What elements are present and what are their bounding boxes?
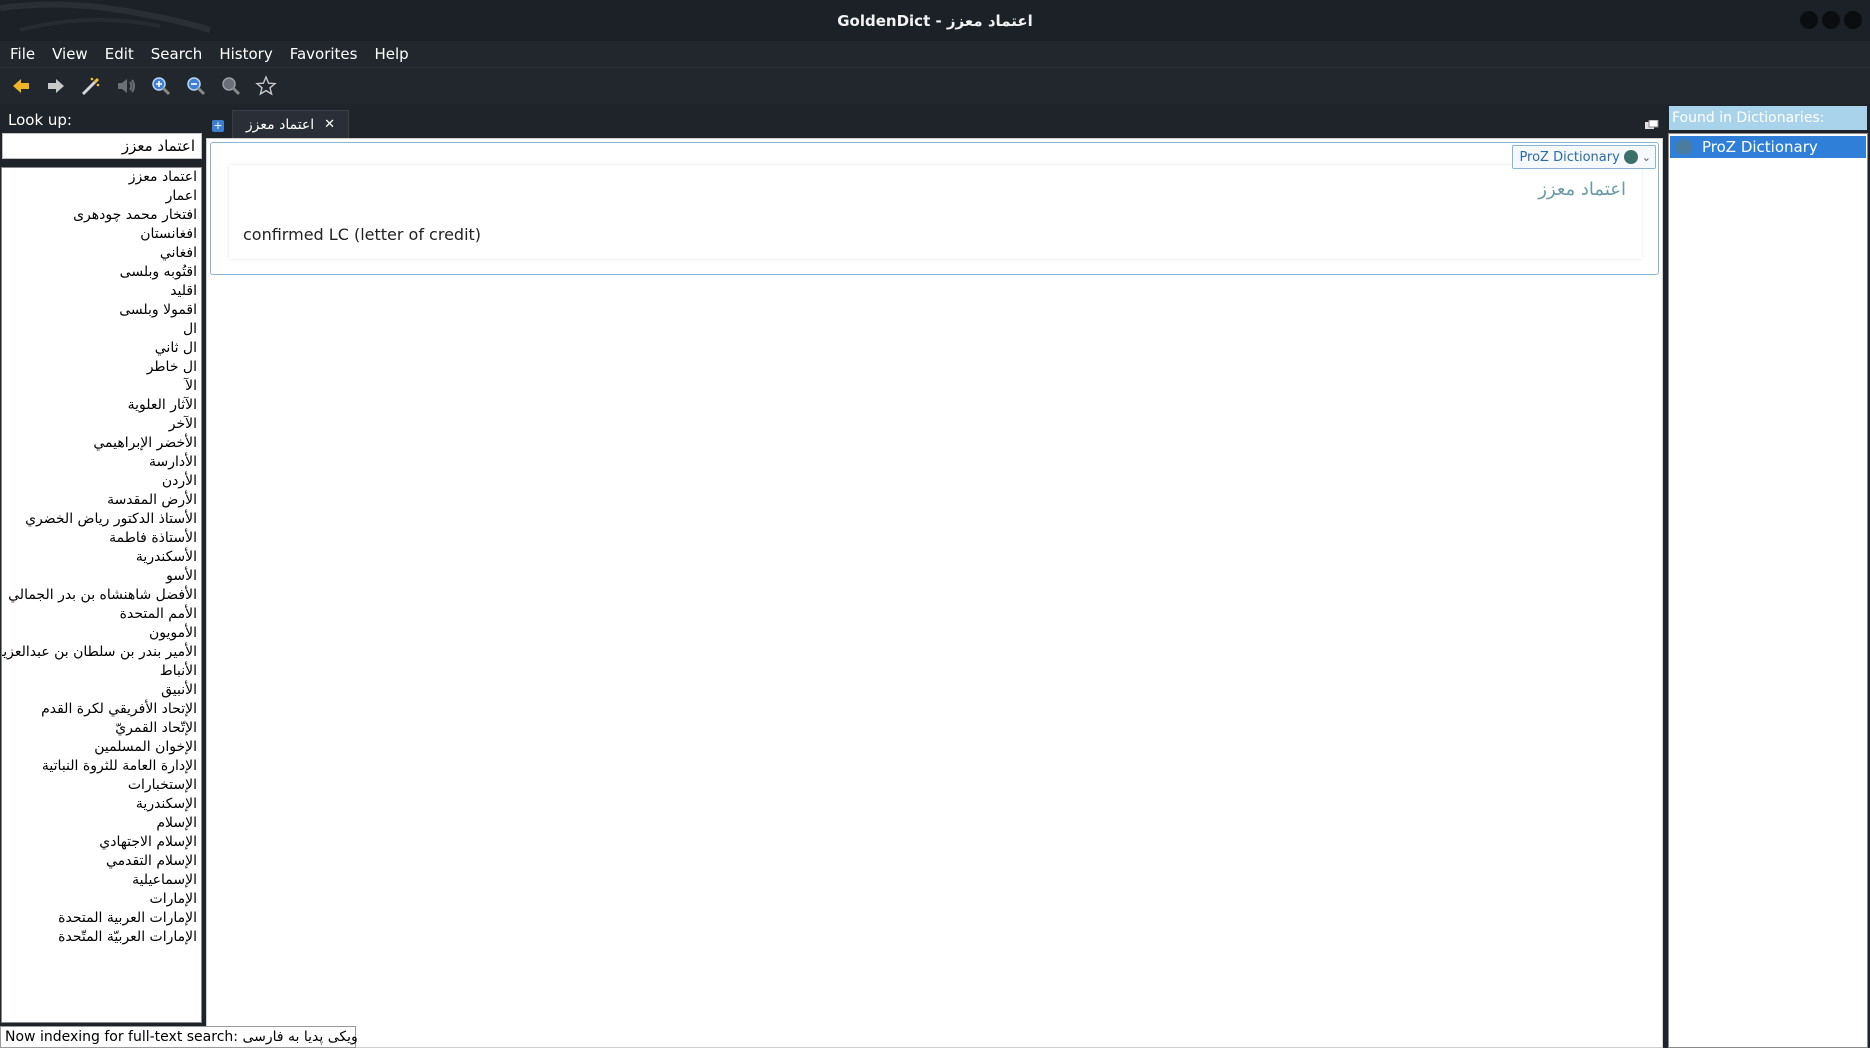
new-tab-button[interactable]: + [212,120,224,132]
wallpaper-decoration [0,1,211,33]
lookup-label: Look up: [8,111,72,129]
list-item[interactable]: الإتحاد الأفريقي لكرة القدم [2,700,201,719]
list-item[interactable]: الأخضر الإبراهيمي [2,434,201,453]
list-item[interactable]: اقمولا وبلسى [2,301,201,320]
zoom-reset-icon[interactable] [219,74,243,98]
list-item[interactable]: الأسكندرية [2,548,201,567]
list-item[interactable]: الإسلام الاجتهادي [2,833,201,852]
maximize-button[interactable] [1822,11,1840,29]
close-window-button[interactable] [1844,11,1862,29]
list-item[interactable]: الأدارسة [2,453,201,472]
found-in-dictionaries-header: Found in Dictionaries: [1669,106,1867,130]
title-bar: GoldenDict - اعتماد معزز [0,0,1870,41]
found-dictionary-label: ProZ Dictionary [1702,138,1818,156]
list-item[interactable]: الأمير بندر بن سلطان بن عبدالعزيز [2,643,201,662]
menu-help[interactable]: Help [364,45,415,63]
list-item[interactable]: الإخوان المسلمين [2,738,201,757]
article-view: اعتماد معزز confirmed LC (letter of cred… [206,138,1663,1048]
scan-wand-icon[interactable] [79,74,103,98]
list-item[interactable]: الأمويون [2,624,201,643]
list-item[interactable]: اقليد [2,282,201,301]
list-item[interactable]: ال [2,320,201,339]
status-message: Now indexing for full-text search: ویکی … [0,1026,358,1048]
list-item[interactable]: اقتُوبه وبلسى [2,263,201,282]
list-item[interactable]: الآخر [2,415,201,434]
menu-history[interactable]: History [209,45,279,63]
toolbar [0,67,1870,104]
list-item[interactable]: الإسلام [2,814,201,833]
article-entry: اعتماد معزز confirmed LC (letter of cred… [229,165,1642,259]
window-controls [1800,11,1862,29]
list-item[interactable]: افغاني [2,244,201,263]
list-item[interactable]: الإسلام التقدمي [2,852,201,871]
menu-file[interactable]: File [0,45,42,63]
list-item[interactable]: الإمارات العربية المتحدة [2,909,201,928]
speaker-icon[interactable] [114,74,138,98]
list-item[interactable]: الأستاذ الدكتور رياض الخضري [2,510,201,529]
dictionary-badge[interactable]: ProZ Dictionary ⌄ [1512,145,1656,169]
menu-edit[interactable]: Edit [95,45,141,63]
list-item[interactable]: الإمارات [2,890,201,909]
list-item[interactable]: الإسماعيلية [2,871,201,890]
list-item[interactable]: اعمار [2,187,201,206]
list-item[interactable]: الأنباط [2,662,201,681]
dictionary-block: اعتماد معزز confirmed LC (letter of cred… [210,142,1659,275]
menu-search[interactable]: Search [141,45,210,63]
lookup-input[interactable]: اعتماد معزز [2,133,202,159]
list-item[interactable]: الأمم المتحدة [2,605,201,624]
tab-label: اعتماد معزز [245,116,315,133]
list-item[interactable]: افتخار محمد چودهرى [2,206,201,225]
list-item[interactable]: الآثار العلوية [2,396,201,415]
window-title: GoldenDict - اعتماد معزز [837,11,1033,30]
list-item[interactable]: الأسو [2,567,201,586]
list-item[interactable]: ال ثاني [2,339,201,358]
list-item[interactable]: الآ [2,377,201,396]
list-item[interactable]: الإتّحاد القمريّ [2,719,201,738]
list-item[interactable]: الأرض المقدسة [2,491,201,510]
list-item[interactable]: افغانستان [2,225,201,244]
list-item[interactable]: الأردن [2,472,201,491]
word-list[interactable]: اعتماد معزز اعمار افتخار محمد چودهرى افغانس… [1,167,202,1023]
collapse-icon[interactable]: ⌄ [1642,151,1651,164]
dictionary-name: ProZ Dictionary [1519,149,1620,165]
zoom-in-icon[interactable] [149,74,173,98]
menu-view[interactable]: View [42,45,95,63]
back-arrow-icon[interactable] [9,74,33,98]
list-item[interactable]: الإسكندرية [2,795,201,814]
list-item[interactable]: الأنبيق [2,681,201,700]
headword: اعتماد معزز [1538,179,1626,200]
list-item[interactable]: الإستخبارات [2,776,201,795]
found-dictionaries-list: ProZ Dictionary [1668,133,1868,1048]
forward-arrow-icon[interactable] [44,74,68,98]
tabs-list-icon[interactable] [1645,120,1659,132]
list-item[interactable]: الأستاذة فاطمة [2,529,201,548]
tab-article[interactable]: اعتماد معزز ✕ [232,110,349,138]
minimize-button[interactable] [1800,11,1818,29]
dictionary-icon [1623,150,1638,164]
found-dictionary-item[interactable]: ProZ Dictionary [1670,136,1866,158]
menu-bar: File View Edit Search History Favorites … [0,41,1870,67]
favorite-star-icon[interactable] [254,74,278,98]
list-item[interactable]: اعتماد معزز [2,168,201,187]
zoom-out-icon[interactable] [184,74,208,98]
dictionary-icon [1676,139,1692,155]
definition: confirmed LC (letter of credit) [243,225,482,244]
menu-favorites[interactable]: Favorites [280,45,365,63]
list-item[interactable]: الإدارة العامة للثروة النباتية [2,757,201,776]
list-item[interactable]: الإمارات العربيّة المتّحدة [2,928,201,947]
close-tab-icon[interactable]: ✕ [324,117,335,132]
list-item[interactable]: ال خاطر [2,358,201,377]
list-item[interactable]: الأفضل شاهنشاه بن بدر الجمالي [2,586,201,605]
